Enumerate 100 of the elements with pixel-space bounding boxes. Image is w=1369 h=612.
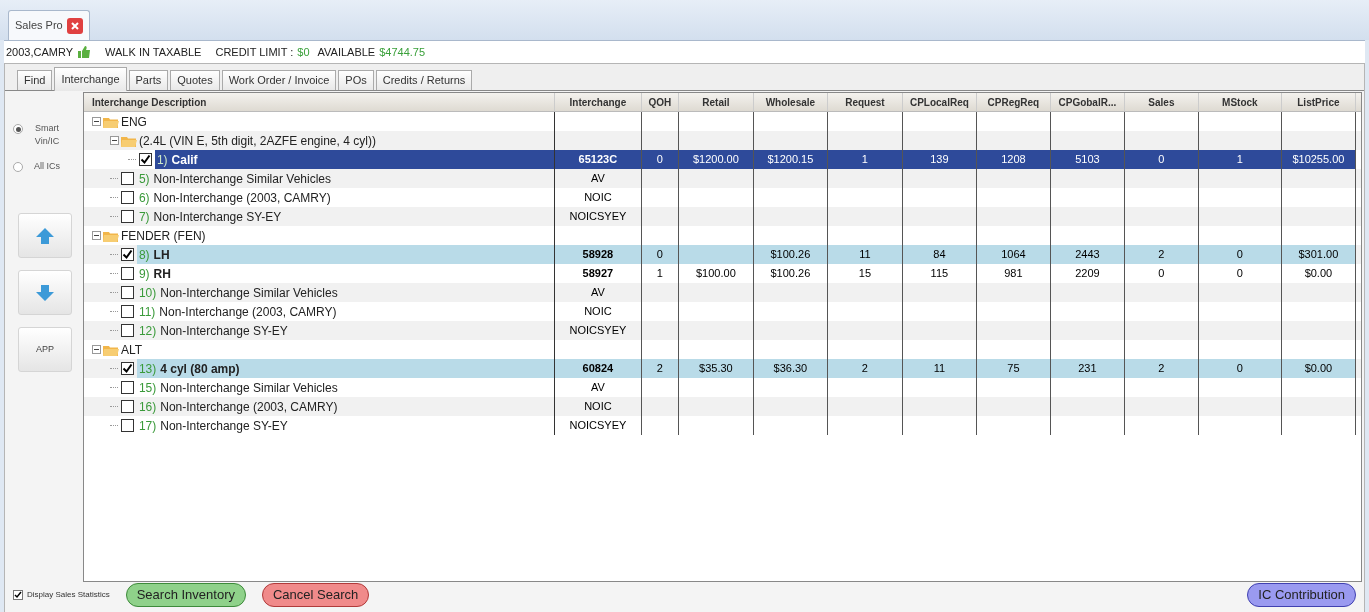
move-up-button[interactable] bbox=[17, 213, 72, 258]
folder-icon bbox=[120, 134, 137, 147]
cancel-search-button[interactable]: Cancel Search bbox=[262, 583, 370, 607]
checkbox[interactable] bbox=[120, 362, 134, 375]
tree-item[interactable]: 5) Non-Interchange Similar Vehicles bbox=[136, 169, 554, 188]
minus-icon bbox=[93, 347, 99, 352]
checkbox[interactable] bbox=[138, 153, 152, 166]
table-row[interactable]: 7) Non-Interchange SY-EY NOICSYEY bbox=[83, 207, 1361, 226]
tree-item[interactable]: 12) Non-Interchange SY-EY bbox=[136, 321, 554, 340]
collapse-toggle[interactable] bbox=[91, 231, 101, 240]
table-cell: 11 bbox=[827, 245, 903, 264]
up-arrow-icon bbox=[35, 227, 54, 244]
move-down-button[interactable] bbox=[17, 270, 72, 315]
customer-label: WALK IN TAXABLE bbox=[105, 44, 202, 60]
tab[interactable]: Find bbox=[17, 70, 53, 90]
tree-item[interactable]: 9) RH bbox=[136, 264, 554, 283]
checkbox[interactable] bbox=[120, 248, 134, 261]
checkbox[interactable] bbox=[120, 305, 134, 318]
tab[interactable]: Credits / Returns bbox=[375, 70, 473, 90]
app-button[interactable]: APP bbox=[17, 327, 72, 372]
table-cell: 1208 bbox=[976, 150, 1051, 169]
tree-item[interactable]: 16) Non-Interchange (2003, CAMRY) bbox=[136, 397, 554, 416]
table-cell: $100.26 bbox=[753, 245, 828, 264]
table-cell: 65123C bbox=[554, 150, 642, 169]
table-cell: 0 bbox=[1198, 245, 1282, 264]
collapse-toggle[interactable] bbox=[91, 117, 101, 126]
group-label[interactable]: FENDER (FEN) bbox=[120, 226, 206, 245]
column-header[interactable]: Retail bbox=[678, 93, 754, 111]
checkbox[interactable] bbox=[120, 267, 134, 280]
minus-icon bbox=[93, 233, 99, 238]
table-cell: 60824 bbox=[554, 359, 642, 378]
column-header[interactable]: MStock bbox=[1198, 93, 1282, 111]
collapse-toggle[interactable] bbox=[109, 136, 119, 145]
table-row[interactable]: 10) Non-Interchange Similar Vehicles AV bbox=[83, 283, 1361, 302]
checkbox[interactable] bbox=[13, 590, 23, 600]
column-header[interactable]: ListPrice bbox=[1281, 93, 1356, 111]
vehicle-label: 2003,CAMRY bbox=[6, 44, 74, 60]
item-label: RH bbox=[153, 265, 171, 283]
column-header[interactable]: CPRegReq bbox=[976, 93, 1051, 111]
item-number: 9) bbox=[138, 265, 150, 283]
tab[interactable]: Quotes bbox=[170, 70, 220, 90]
search-inventory-button[interactable]: Search Inventory bbox=[125, 583, 246, 607]
column-header[interactable]: QOH bbox=[641, 93, 679, 111]
contribution-button[interactable]: IC Contribution bbox=[1247, 583, 1356, 607]
column-header[interactable]: Interchange bbox=[554, 93, 642, 111]
minus-icon bbox=[93, 119, 99, 124]
table-cell: $301.00 bbox=[1281, 245, 1356, 264]
checkbox[interactable] bbox=[120, 191, 134, 204]
column-header[interactable]: Wholesale bbox=[753, 93, 828, 111]
tab[interactable]: POs bbox=[338, 70, 374, 90]
table-row[interactable]: 12) Non-Interchange SY-EY NOICSYEY bbox=[83, 321, 1361, 340]
tree-item[interactable]: 15) Non-Interchange Similar Vehicles bbox=[136, 378, 554, 397]
group-label[interactable]: ALT bbox=[120, 340, 142, 359]
column-header[interactable]: CPGobalR... bbox=[1050, 93, 1125, 111]
tree-item[interactable]: 8) LH bbox=[136, 245, 554, 264]
tree-item[interactable]: 6) Non-Interchange (2003, CAMRY) bbox=[136, 188, 554, 207]
checkbox[interactable] bbox=[120, 210, 134, 223]
table-cell: 0 bbox=[1198, 359, 1282, 378]
collapse-toggle[interactable] bbox=[91, 345, 101, 354]
item-number: 16) bbox=[138, 398, 157, 416]
close-icon[interactable] bbox=[66, 17, 83, 34]
item-label: LH bbox=[153, 246, 170, 264]
table-cell: 2 bbox=[1124, 245, 1199, 264]
tree-item[interactable]: 11) Non-Interchange (2003, CAMRY) bbox=[136, 302, 554, 321]
checkbox[interactable] bbox=[120, 172, 134, 185]
group-label[interactable]: (2.4L (VIN E, 5th digit, 2AZFE engine, 4 cyl)) bbox=[138, 131, 376, 150]
tab[interactable]: Interchange bbox=[54, 67, 127, 91]
column-header[interactable]: Sales bbox=[1124, 93, 1199, 111]
group-label[interactable]: ENG bbox=[120, 112, 147, 131]
table-cell: 84 bbox=[902, 245, 977, 264]
item-label: 4 cyl (80 amp) bbox=[160, 360, 240, 378]
table-cell: $35.30 bbox=[678, 359, 754, 378]
table-row[interactable]: 16) Non-Interchange (2003, CAMRY) NOIC bbox=[83, 397, 1361, 416]
checkbox[interactable] bbox=[120, 381, 134, 394]
folder-icon bbox=[102, 229, 119, 242]
table-row[interactable]: 13) 4 cyl (80 amp) 60824 2 $35.30 $36.30 2 11 75 231 2 0 $0.00 bbox=[83, 359, 1361, 378]
tab[interactable]: Parts bbox=[128, 70, 169, 90]
checkbox[interactable] bbox=[120, 286, 134, 299]
tree-item[interactable]: 10) Non-Interchange Similar Vehicles bbox=[136, 283, 554, 302]
table-cell: $36.30 bbox=[753, 359, 828, 378]
tab[interactable]: Work Order / Invoice bbox=[221, 70, 337, 90]
window-tab[interactable]: Sales Pro bbox=[8, 10, 90, 40]
item-label: Non-Interchange (2003, CAMRY) bbox=[153, 189, 331, 207]
tree-item[interactable]: 13) 4 cyl (80 amp) bbox=[136, 359, 554, 378]
table-row[interactable]: (2.4L (VIN E, 5th digit, 2AZFE engine, 4 cyl)) bbox=[83, 131, 1361, 150]
table-row[interactable]: 8) LH 58928 0 $100.26 11 84 1064 2443 2 0 $301.00 bbox=[83, 245, 1361, 264]
column-header[interactable]: Request bbox=[827, 93, 903, 111]
tree-item[interactable]: 17) Non-Interchange SY-EY bbox=[136, 416, 554, 435]
column-header[interactable]: Interchange Description bbox=[83, 93, 555, 111]
item-label: Non-Interchange Similar Vehicles bbox=[153, 170, 331, 188]
tree-item[interactable]: 1) Calif bbox=[154, 150, 554, 169]
column-header[interactable]: CPLocalReq bbox=[902, 93, 977, 111]
available-value: $4744.75 bbox=[379, 44, 426, 60]
radio-button[interactable] bbox=[13, 162, 23, 172]
checkbox[interactable] bbox=[120, 400, 134, 413]
checkbox[interactable] bbox=[120, 419, 134, 432]
checkbox[interactable] bbox=[120, 324, 134, 337]
table-row[interactable]: 5) Non-Interchange Similar Vehicles AV bbox=[83, 169, 1361, 188]
radio-button[interactable] bbox=[13, 124, 23, 134]
tree-item[interactable]: 7) Non-Interchange SY-EY bbox=[136, 207, 554, 226]
